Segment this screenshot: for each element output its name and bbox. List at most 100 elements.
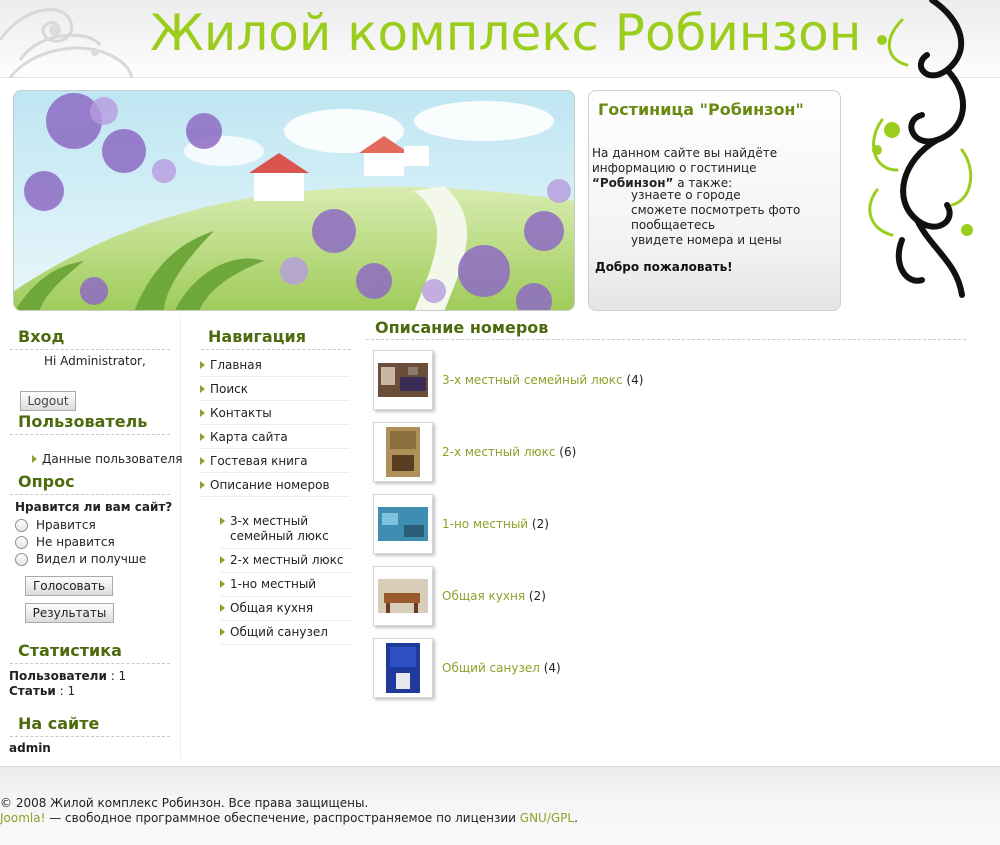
nav-title: Навигация xyxy=(208,327,307,346)
login-greeting: Hi Administrator, xyxy=(44,354,146,368)
results-button[interactable]: Результаты xyxy=(25,603,114,623)
poll-option-label: Видел и получше xyxy=(36,552,147,566)
nav-subitem-label: 3-х местный семейный люкс xyxy=(230,514,329,543)
divider xyxy=(10,349,170,350)
nav-subitem-bathroom[interactable]: Общий санузел xyxy=(220,625,351,645)
nav-subitem-double-suite[interactable]: 2-х местный люкс xyxy=(220,553,351,573)
bullet-arrow-icon xyxy=(220,628,225,636)
bullet-arrow-icon xyxy=(220,580,225,588)
category-link[interactable]: Общий санузел xyxy=(442,661,540,675)
category-link[interactable]: 1-но местный xyxy=(442,517,528,531)
stats-users: Пользователи : 1 xyxy=(9,669,126,683)
info-feature-list: узнаете о городе сможете посмотреть фото… xyxy=(631,188,800,248)
category-row: 2-х местный люкс (6) xyxy=(373,422,963,484)
stats-articles-value: : 1 xyxy=(55,684,76,698)
nav-subitem-label: Общий санузел xyxy=(230,625,328,639)
nav-item-home[interactable]: Главная xyxy=(200,353,350,377)
category-count: (2) xyxy=(525,589,546,603)
page-title: Описание номеров xyxy=(375,318,549,337)
stats-articles-label: Статьи xyxy=(9,684,56,698)
nav-subitem-family-suite[interactable]: 3-х местный семейный люкс xyxy=(220,514,351,549)
site-title: Жилой комплекс Робинзон xyxy=(150,4,862,62)
category-label: 1-но местный (2) xyxy=(442,517,549,531)
category-count: (2) xyxy=(528,517,549,531)
bullet-arrow-icon xyxy=(200,432,205,441)
category-thumbnail[interactable] xyxy=(373,638,433,698)
category-thumbnail[interactable] xyxy=(373,350,433,410)
poll-title: Опрос xyxy=(18,472,75,491)
category-thumbnail[interactable] xyxy=(373,566,433,626)
bullet-arrow-icon xyxy=(200,480,205,489)
bullet-arrow-icon xyxy=(200,384,205,393)
category-label: Общая кухня (2) xyxy=(442,589,546,603)
radio-button[interactable] xyxy=(15,535,28,549)
divider xyxy=(10,663,170,664)
footer-license: Joomla! — свободное программное обеспече… xyxy=(0,811,578,825)
divider xyxy=(201,349,351,350)
divider xyxy=(10,736,170,737)
stats-users-label: Пользователи xyxy=(9,669,107,683)
poll-question: Нравится ли вам сайт? xyxy=(15,500,173,514)
divider xyxy=(10,494,170,495)
nav-item-label: Карта сайта xyxy=(210,429,288,444)
nav-subitem-single[interactable]: 1-но местный xyxy=(220,577,351,597)
nav-item-label: Гостевая книга xyxy=(210,453,308,468)
decorative-swirl-left xyxy=(0,8,134,78)
category-label: 2-х местный люкс (6) xyxy=(442,445,576,459)
info-feature-item: узнаете о городе xyxy=(631,188,741,202)
category-label: Общий санузел (4) xyxy=(442,661,561,675)
vote-button[interactable]: Голосовать xyxy=(25,576,113,596)
nav-item-label: Контакты xyxy=(210,405,272,420)
header-banner-image xyxy=(13,90,575,311)
info-feature-item: сможете посмотреть фото xyxy=(631,203,801,217)
category-row: 3-х местный семейный люкс (4) xyxy=(373,350,963,412)
category-link[interactable]: 2-х местный люкс xyxy=(442,445,555,459)
category-thumbnail[interactable] xyxy=(373,494,433,554)
nav-item-label: Поиск xyxy=(210,381,249,396)
poll-option[interactable]: Не нравится xyxy=(15,535,115,549)
poll-option-label: Нравится xyxy=(36,518,96,532)
radio-button[interactable] xyxy=(15,552,28,566)
user-details-link[interactable]: Данные пользователя xyxy=(32,452,182,466)
license-text: — свободное программное обеспечение, рас… xyxy=(45,811,520,825)
category-row: 1-но местный (2) xyxy=(373,494,963,556)
left-sidebar: Вход Hi Administrator, Logout Пользовате… xyxy=(0,318,182,758)
nav-item-guestbook[interactable]: Гостевая книга xyxy=(200,449,350,473)
bullet-arrow-icon xyxy=(32,455,37,463)
category-link[interactable]: 3-х местный семейный люкс xyxy=(442,373,623,387)
radio-button[interactable] xyxy=(15,518,28,532)
nav-item-contacts[interactable]: Контакты xyxy=(200,401,350,425)
site-footer: © 2008 Жилой комплекс Робинзон. Все прав… xyxy=(0,766,1000,845)
info-feature-item: пообщаетесь xyxy=(631,218,716,232)
bullet-arrow-icon xyxy=(220,556,225,564)
poll-option[interactable]: Видел и получше xyxy=(15,552,146,566)
divider xyxy=(10,434,170,435)
poll-option[interactable]: Нравится xyxy=(15,518,96,532)
category-count: (6) xyxy=(555,445,577,459)
hotel-info-box: Гостиница "Робинзон" На данном сайте вы … xyxy=(588,90,841,311)
nav-item-rooms[interactable]: Описание номеров xyxy=(200,473,350,497)
divider xyxy=(366,339,966,340)
bullet-arrow-icon xyxy=(220,604,225,612)
bullet-arrow-icon xyxy=(220,517,225,525)
nav-item-label: Главная xyxy=(210,357,262,372)
online-title: На сайте xyxy=(18,714,100,733)
nav-subitem-label: 2-х местный люкс xyxy=(230,553,344,567)
gpl-link[interactable]: GNU/GPL xyxy=(520,811,574,825)
login-title: Вход xyxy=(18,327,65,346)
nav-item-label: Описание номеров xyxy=(210,477,330,492)
category-count: (4) xyxy=(622,373,644,387)
logout-button[interactable]: Logout xyxy=(20,391,76,411)
joomla-link[interactable]: Joomla! xyxy=(0,811,45,825)
nav-item-sitemap[interactable]: Карта сайта xyxy=(200,425,350,449)
nav-subitem-kitchen[interactable]: Общая кухня xyxy=(220,601,351,621)
info-welcome: Добро пожаловать! xyxy=(595,260,733,274)
category-link[interactable]: Общая кухня xyxy=(442,589,525,603)
footer-copyright: © 2008 Жилой комплекс Робинзон. Все прав… xyxy=(0,796,369,810)
category-label: 3-х местный семейный люкс (4) xyxy=(442,373,643,387)
stats-title: Статистика xyxy=(18,641,122,660)
nav-item-search[interactable]: Поиск xyxy=(200,377,350,401)
category-thumbnail[interactable] xyxy=(373,422,433,482)
decorative-swirl-right xyxy=(868,0,973,298)
license-period: . xyxy=(574,811,578,825)
